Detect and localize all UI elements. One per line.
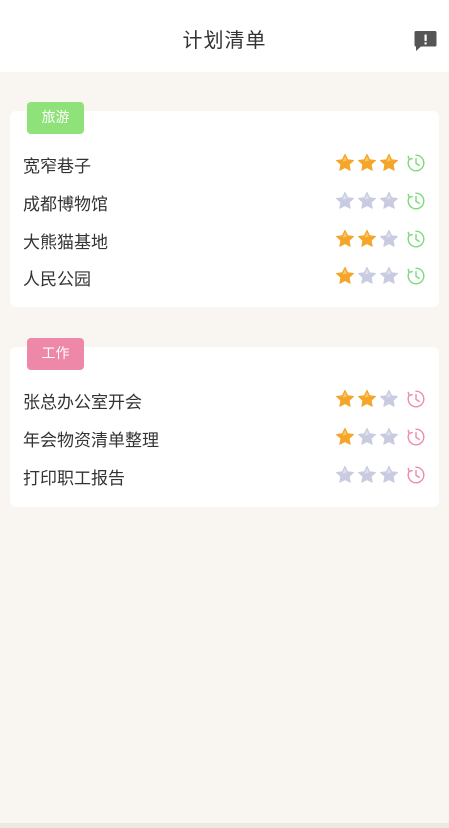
- star-filled-icon[interactable]: [335, 427, 355, 447]
- star-empty-icon[interactable]: [379, 389, 399, 409]
- star-empty-icon[interactable]: [379, 191, 399, 211]
- list-item[interactable]: 张总办公室开会: [10, 380, 439, 418]
- list-item[interactable]: 成都博物馆: [10, 182, 439, 220]
- clock-icon[interactable]: [406, 153, 426, 173]
- star-filled-icon[interactable]: [335, 153, 355, 173]
- item-label: 人民公园: [23, 270, 91, 290]
- list-item[interactable]: 人民公园: [10, 257, 439, 295]
- clock-icon[interactable]: [406, 389, 426, 409]
- clock-icon[interactable]: [406, 465, 426, 485]
- star-filled-icon[interactable]: [357, 229, 377, 249]
- list-item[interactable]: 年会物资清单整理: [10, 418, 439, 456]
- star-empty-icon[interactable]: [379, 465, 399, 485]
- clock-icon[interactable]: [406, 266, 426, 286]
- star-empty-icon[interactable]: [357, 266, 377, 286]
- star-empty-icon[interactable]: [335, 465, 355, 485]
- clock-icon[interactable]: [406, 229, 426, 249]
- list-item[interactable]: 打印职工报告: [10, 456, 439, 494]
- star-empty-icon[interactable]: [379, 229, 399, 249]
- item-label: 年会物资清单整理: [23, 431, 159, 451]
- page-title: 计划清单: [182, 28, 267, 52]
- item-label: 张总办公室开会: [23, 393, 142, 413]
- star-filled-icon[interactable]: [335, 266, 355, 286]
- list-item[interactable]: 宽窄巷子: [10, 144, 439, 182]
- item-label: 宽窄巷子: [23, 157, 91, 177]
- header-bar: 计划清单: [0, 0, 449, 72]
- star-filled-icon[interactable]: [357, 389, 377, 409]
- group-tag-travel[interactable]: 旅游: [27, 102, 84, 134]
- clock-icon[interactable]: [406, 427, 426, 447]
- clock-icon[interactable]: [406, 191, 426, 211]
- item-label: 成都博物馆: [23, 195, 108, 215]
- feedback-icon[interactable]: [414, 30, 437, 52]
- star-empty-icon[interactable]: [335, 191, 355, 211]
- bottom-divider: [0, 823, 449, 828]
- star-filled-icon[interactable]: [335, 389, 355, 409]
- list-item[interactable]: 大熊猫基地: [10, 220, 439, 258]
- item-label: 打印职工报告: [23, 469, 125, 489]
- star-empty-icon[interactable]: [379, 266, 399, 286]
- star-empty-icon[interactable]: [357, 191, 377, 211]
- star-empty-icon[interactable]: [357, 465, 377, 485]
- star-filled-icon[interactable]: [335, 229, 355, 249]
- star-empty-icon[interactable]: [357, 427, 377, 447]
- group-card-travel: 旅游 宽窄巷子 成都博物馆 大熊猫基地 人民公园: [10, 102, 439, 307]
- item-label: 大熊猫基地: [23, 233, 108, 253]
- group-card-work: 工作 张总办公室开会 年会物资清单整理 打印职工报告: [10, 338, 439, 507]
- group-tag-work[interactable]: 工作: [27, 338, 84, 370]
- star-filled-icon[interactable]: [379, 153, 399, 173]
- star-filled-icon[interactable]: [357, 153, 377, 173]
- star-empty-icon[interactable]: [379, 427, 399, 447]
